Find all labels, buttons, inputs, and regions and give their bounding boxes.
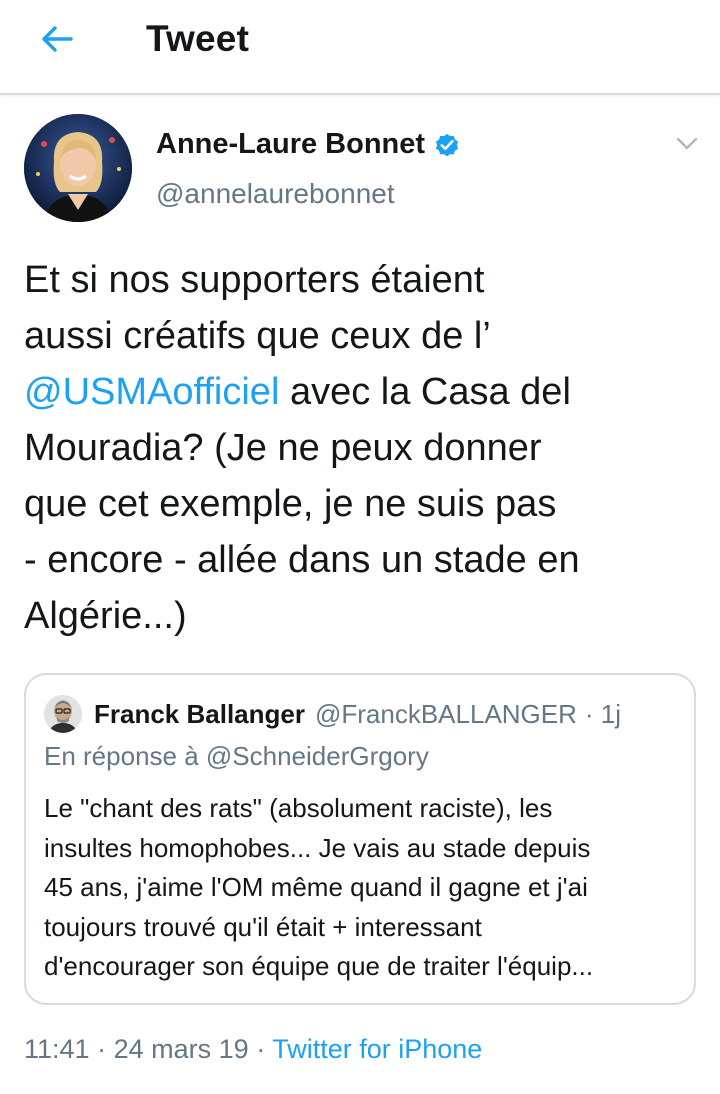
meta-separator: · <box>256 1034 266 1064</box>
verified-badge-icon <box>435 133 459 156</box>
quoted-author-name: Franck Ballanger <box>94 698 305 729</box>
quoted-text-line: toujours trouvé qu'il était + interessan… <box>44 911 482 942</box>
tweet-text-line: @USMAofficiel avec la Casa del <box>24 364 704 420</box>
avatar[interactable] <box>24 114 132 222</box>
tweet-date: 24 mars 19 <box>113 1034 249 1064</box>
tweet-time: 11:41 <box>24 1034 90 1064</box>
quoted-text-line: 45 ans, j'aime l'OM même quand il gagne … <box>44 872 588 902</box>
back-arrow-icon <box>42 26 73 52</box>
tweet-text: Et si nos supporters étaient aussi créat… <box>24 252 704 644</box>
tweet-menu-button[interactable] <box>672 132 702 156</box>
reply-prefix: En réponse à <box>44 741 199 771</box>
top-bar: Tweet <box>0 0 720 95</box>
quoted-avatar <box>44 695 82 733</box>
tweet-text-line: - encore - allée dans un stade en <box>24 539 580 581</box>
quoted-tweet-header: Franck Ballanger @FranckBALLANGER · 1j <box>44 695 621 733</box>
quoted-tweet-card[interactable]: Franck Ballanger @FranckBALLANGER · 1j E… <box>24 673 696 1005</box>
page-title: Tweet <box>146 18 250 59</box>
tweet-text-line: que cet exemple, je ne suis pas <box>24 483 557 525</box>
tweet-text-line: Algérie...) <box>24 595 187 637</box>
quoted-text-line: Le "chant des rats" (absolument raciste)… <box>44 793 553 823</box>
tweet-text-fragment: avec la Casa del <box>279 371 571 413</box>
author-handle[interactable]: @annelaurebonnet <box>156 178 395 210</box>
quoted-tweet-text: Le "chant des rats" (absolument raciste)… <box>44 789 684 987</box>
tweet-metadata: 11:41 · 24 mars 19 · Twitter for iPhone <box>24 1034 482 1065</box>
back-button[interactable] <box>30 16 84 62</box>
quoted-avatar-image <box>44 695 82 733</box>
tweet-author: Anne-Laure Bonnet @annelaurebonnet <box>24 114 704 224</box>
reply-to-handle: @SchneiderGrgory <box>205 741 429 771</box>
author-name[interactable]: Anne-Laure Bonnet <box>156 128 425 161</box>
quoted-author-handle: @FranckBALLANGER <box>314 698 577 729</box>
mention-link[interactable]: @USMAofficiel <box>24 371 279 413</box>
tweet-text-line: Mouradia? (Je ne peux donner <box>24 427 542 469</box>
meta-separator: · <box>97 1034 107 1064</box>
avatar-image <box>24 114 132 222</box>
quoted-time-ago: · 1j <box>584 698 622 729</box>
quoted-text-line: d'encourager son équipe que de traiter l… <box>44 951 594 981</box>
tweet-text-line: Et si nos supporters étaient <box>24 259 485 301</box>
quoted-text-line: insultes homophobes... Je vais au stade … <box>44 832 591 863</box>
tweet-source-link[interactable]: Twitter for iPhone <box>272 1034 482 1064</box>
chevron-down-icon <box>676 137 698 150</box>
tweet-text-line: aussi créatifs que ceux de l’ <box>24 315 491 357</box>
reply-context: En réponse à @SchneiderGrgory <box>44 741 429 772</box>
